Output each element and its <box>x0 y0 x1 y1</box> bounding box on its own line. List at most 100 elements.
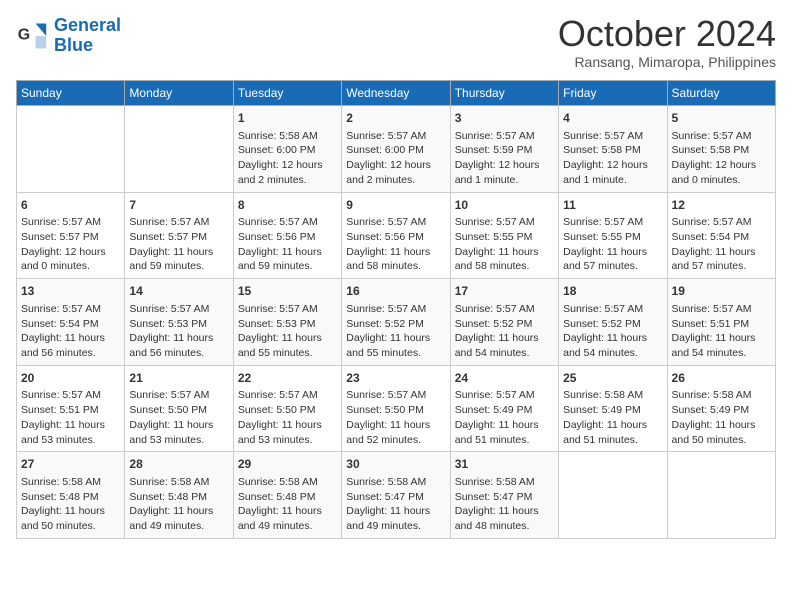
calendar-week-3: 13Sunrise: 5:57 AMSunset: 5:54 PMDayligh… <box>17 279 776 366</box>
day-info: Sunset: 5:55 PM <box>563 230 662 245</box>
day-info: Sunset: 5:54 PM <box>672 230 771 245</box>
day-info: Sunset: 6:00 PM <box>238 143 337 158</box>
day-info: Daylight: 11 hours and 52 minutes. <box>346 418 445 447</box>
day-number: 24 <box>455 370 554 387</box>
day-info: Sunrise: 5:57 AM <box>455 129 554 144</box>
day-info: Sunrise: 5:57 AM <box>346 388 445 403</box>
day-number: 27 <box>21 456 120 473</box>
day-info: Daylight: 11 hours and 49 minutes. <box>346 504 445 533</box>
svg-text:G: G <box>18 26 30 43</box>
calendar-cell: 14Sunrise: 5:57 AMSunset: 5:53 PMDayligh… <box>125 279 233 366</box>
day-number: 29 <box>238 456 337 473</box>
day-info: Sunset: 5:52 PM <box>346 317 445 332</box>
day-info: Sunrise: 5:58 AM <box>238 129 337 144</box>
day-info: Daylight: 11 hours and 53 minutes. <box>129 418 228 447</box>
column-header-wednesday: Wednesday <box>342 81 450 106</box>
logo-blue: Blue <box>54 35 93 55</box>
day-info: Sunrise: 5:57 AM <box>238 388 337 403</box>
day-info: Sunrise: 5:57 AM <box>238 302 337 317</box>
day-info: Sunset: 5:52 PM <box>455 317 554 332</box>
calendar-cell: 23Sunrise: 5:57 AMSunset: 5:50 PMDayligh… <box>342 365 450 452</box>
calendar-cell: 10Sunrise: 5:57 AMSunset: 5:55 PMDayligh… <box>450 192 558 279</box>
column-header-tuesday: Tuesday <box>233 81 341 106</box>
calendar-cell: 17Sunrise: 5:57 AMSunset: 5:52 PMDayligh… <box>450 279 558 366</box>
day-info: Sunrise: 5:57 AM <box>672 215 771 230</box>
calendar-cell: 31Sunrise: 5:58 AMSunset: 5:47 PMDayligh… <box>450 452 558 539</box>
day-info: Sunset: 5:56 PM <box>238 230 337 245</box>
day-info: Sunrise: 5:58 AM <box>129 475 228 490</box>
day-info: Sunset: 5:57 PM <box>21 230 120 245</box>
column-header-friday: Friday <box>559 81 667 106</box>
day-number: 30 <box>346 456 445 473</box>
day-info: Sunrise: 5:57 AM <box>672 302 771 317</box>
day-info: Daylight: 11 hours and 53 minutes. <box>21 418 120 447</box>
day-info: Sunset: 5:52 PM <box>563 317 662 332</box>
day-info: Sunrise: 5:57 AM <box>455 302 554 317</box>
logo-icon: G <box>16 20 48 52</box>
calendar-cell: 6Sunrise: 5:57 AMSunset: 5:57 PMDaylight… <box>17 192 125 279</box>
day-number: 23 <box>346 370 445 387</box>
day-info: Sunset: 5:47 PM <box>455 490 554 505</box>
calendar-cell: 8Sunrise: 5:57 AMSunset: 5:56 PMDaylight… <box>233 192 341 279</box>
calendar-cell: 25Sunrise: 5:58 AMSunset: 5:49 PMDayligh… <box>559 365 667 452</box>
day-number: 25 <box>563 370 662 387</box>
calendar-cell: 2Sunrise: 5:57 AMSunset: 6:00 PMDaylight… <box>342 106 450 193</box>
day-number: 16 <box>346 283 445 300</box>
day-info: Daylight: 11 hours and 55 minutes. <box>346 331 445 360</box>
logo: G General Blue <box>16 16 121 56</box>
day-number: 9 <box>346 197 445 214</box>
day-info: Sunset: 5:54 PM <box>21 317 120 332</box>
day-info: Sunset: 5:48 PM <box>21 490 120 505</box>
day-number: 26 <box>672 370 771 387</box>
calendar-week-5: 27Sunrise: 5:58 AMSunset: 5:48 PMDayligh… <box>17 452 776 539</box>
calendar-cell: 29Sunrise: 5:58 AMSunset: 5:48 PMDayligh… <box>233 452 341 539</box>
day-info: Daylight: 11 hours and 58 minutes. <box>346 245 445 274</box>
day-info: Sunset: 5:58 PM <box>563 143 662 158</box>
day-info: Sunset: 6:00 PM <box>346 143 445 158</box>
day-info: Sunrise: 5:58 AM <box>21 475 120 490</box>
day-info: Daylight: 11 hours and 59 minutes. <box>129 245 228 274</box>
day-info: Daylight: 12 hours and 2 minutes. <box>238 158 337 187</box>
column-header-monday: Monday <box>125 81 233 106</box>
day-number: 1 <box>238 110 337 127</box>
calendar-cell: 7Sunrise: 5:57 AMSunset: 5:57 PMDaylight… <box>125 192 233 279</box>
calendar-cell: 20Sunrise: 5:57 AMSunset: 5:51 PMDayligh… <box>17 365 125 452</box>
day-info: Daylight: 11 hours and 49 minutes. <box>238 504 337 533</box>
calendar-cell <box>125 106 233 193</box>
day-info: Sunset: 5:53 PM <box>238 317 337 332</box>
calendar-week-2: 6Sunrise: 5:57 AMSunset: 5:57 PMDaylight… <box>17 192 776 279</box>
calendar-cell: 28Sunrise: 5:58 AMSunset: 5:48 PMDayligh… <box>125 452 233 539</box>
day-info: Daylight: 11 hours and 54 minutes. <box>672 331 771 360</box>
calendar-cell: 27Sunrise: 5:58 AMSunset: 5:48 PMDayligh… <box>17 452 125 539</box>
calendar-cell: 22Sunrise: 5:57 AMSunset: 5:50 PMDayligh… <box>233 365 341 452</box>
day-info: Sunrise: 5:57 AM <box>21 215 120 230</box>
calendar-cell: 21Sunrise: 5:57 AMSunset: 5:50 PMDayligh… <box>125 365 233 452</box>
day-info: Sunrise: 5:58 AM <box>563 388 662 403</box>
day-info: Sunrise: 5:58 AM <box>672 388 771 403</box>
month-title: October 2024 <box>558 16 776 52</box>
day-number: 4 <box>563 110 662 127</box>
day-info: Sunrise: 5:57 AM <box>346 302 445 317</box>
calendar-header-row: SundayMondayTuesdayWednesdayThursdayFrid… <box>17 81 776 106</box>
day-info: Sunset: 5:50 PM <box>129 403 228 418</box>
day-info: Sunrise: 5:57 AM <box>21 388 120 403</box>
calendar-cell: 24Sunrise: 5:57 AMSunset: 5:49 PMDayligh… <box>450 365 558 452</box>
day-info: Sunset: 5:50 PM <box>238 403 337 418</box>
day-info: Sunset: 5:56 PM <box>346 230 445 245</box>
calendar-cell: 19Sunrise: 5:57 AMSunset: 5:51 PMDayligh… <box>667 279 775 366</box>
day-info: Daylight: 12 hours and 1 minute. <box>455 158 554 187</box>
day-info: Sunset: 5:59 PM <box>455 143 554 158</box>
day-number: 22 <box>238 370 337 387</box>
calendar-cell: 3Sunrise: 5:57 AMSunset: 5:59 PMDaylight… <box>450 106 558 193</box>
title-block: October 2024 Ransang, Mimaropa, Philippi… <box>558 16 776 70</box>
day-number: 2 <box>346 110 445 127</box>
day-info: Daylight: 11 hours and 54 minutes. <box>455 331 554 360</box>
day-number: 19 <box>672 283 771 300</box>
day-info: Sunset: 5:49 PM <box>563 403 662 418</box>
day-info: Daylight: 11 hours and 49 minutes. <box>129 504 228 533</box>
calendar-cell: 5Sunrise: 5:57 AMSunset: 5:58 PMDaylight… <box>667 106 775 193</box>
day-info: Daylight: 11 hours and 59 minutes. <box>238 245 337 274</box>
day-info: Sunset: 5:57 PM <box>129 230 228 245</box>
day-info: Sunset: 5:50 PM <box>346 403 445 418</box>
day-info: Sunset: 5:47 PM <box>346 490 445 505</box>
